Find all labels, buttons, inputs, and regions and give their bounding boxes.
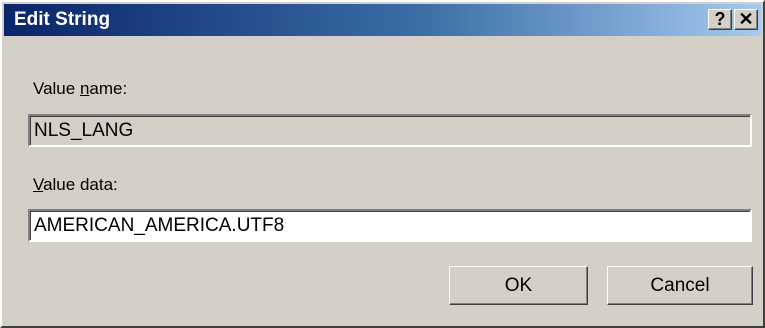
value-data-label-rest: alue data: — [43, 175, 118, 194]
edit-string-dialog: Edit String ? ✕ Value name: NLS_LANG Val… — [0, 0, 765, 328]
title-bar[interactable]: Edit String ? ✕ — [4, 4, 761, 36]
value-data-label: Value data: — [33, 175, 118, 195]
close-icon: ✕ — [738, 9, 754, 29]
value-name-field: NLS_LANG — [28, 114, 752, 147]
value-data-input[interactable]: AMERICAN_AMERICA.UTF8 — [28, 209, 752, 242]
help-icon: ? — [714, 9, 726, 29]
value-name-label-prefix: Value — [33, 79, 80, 98]
value-data-label-accelerator: V — [33, 175, 44, 194]
value-name-label-accelerator: n — [79, 79, 90, 98]
help-button[interactable]: ? — [708, 9, 732, 30]
value-name-label: Value name: — [33, 79, 127, 99]
cancel-button[interactable]: Cancel — [607, 266, 753, 305]
ok-button[interactable]: OK — [449, 266, 588, 305]
value-name-label-rest: ame: — [89, 79, 128, 98]
close-button[interactable]: ✕ — [734, 9, 758, 30]
dialog-title: Edit String — [14, 9, 111, 30]
